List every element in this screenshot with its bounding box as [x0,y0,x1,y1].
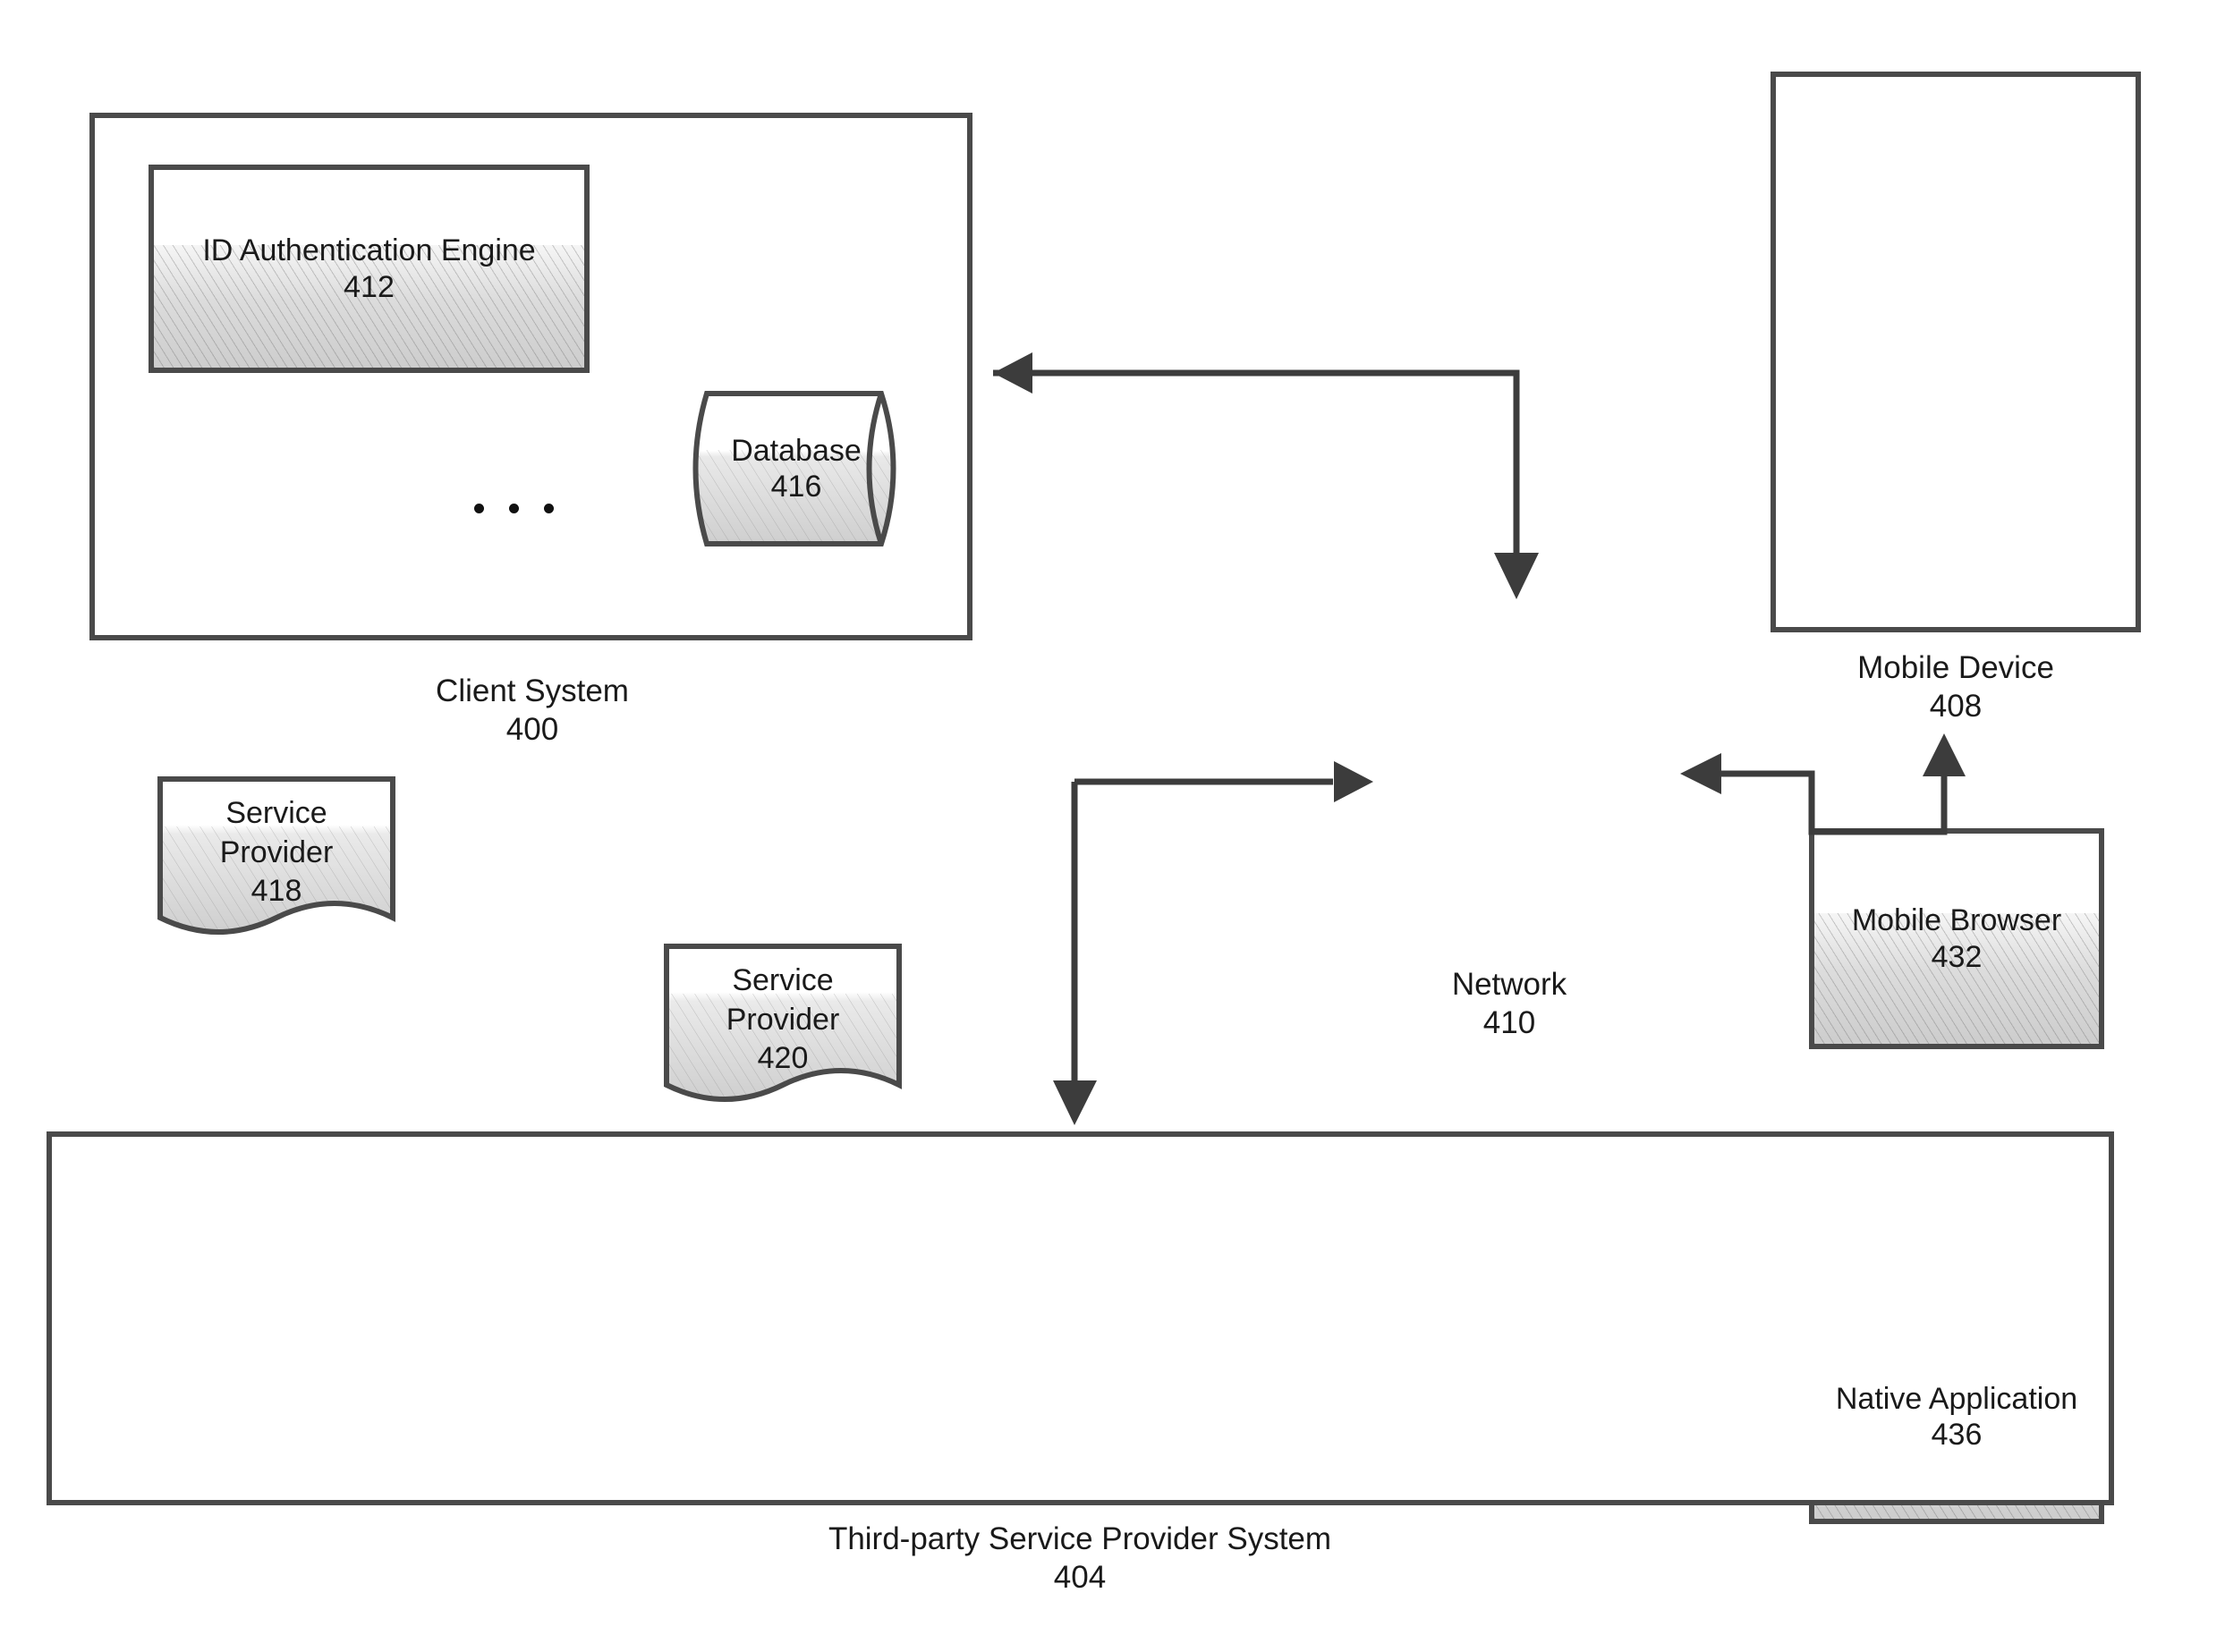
component-database-416[interactable]: Database 416 [680,389,913,548]
arrowhead-left [1680,753,1721,794]
ellipsis-dot [509,504,519,513]
third-party-system-container [47,1131,2114,1505]
ellipsis-dot [544,504,554,513]
mobile-device-caption: Mobile Device 408 [1771,649,2141,725]
arrowhead-down [1494,553,1539,599]
component-number: 418 [251,874,302,909]
caption-title: Network [1451,967,1567,1002]
component-text: Service Provider 418 [156,794,397,911]
component-label: ID Authentication Engine [202,233,536,268]
component-mobile-browser[interactable]: Mobile Browser 432 [1809,828,2104,1049]
component-id-authentication-engine[interactable]: ID Authentication Engine 412 [149,165,590,373]
arrowhead-left [993,352,1032,394]
caption-number: 400 [505,711,559,747]
caption-title: Client System [436,674,629,708]
component-service-provider-420[interactable]: Service Provider 420 [662,942,904,1112]
component-number: 420 [757,1041,809,1076]
figure-canvas: ID Authentication Engine 412 Database 41… [0,0,2225,1652]
component-label: Database [731,433,862,468]
connector-client-network [957,340,1548,608]
ellipsis-dot [474,504,484,513]
service-provider-ellipsis [474,504,554,513]
caption-number: 410 [1482,1004,1536,1040]
caption-number: 404 [1053,1559,1107,1595]
connector-path [1053,761,1373,1125]
component-label-line2: Provider [219,834,334,869]
caption-title: Third-party Service Provider System [828,1521,1332,1556]
third-party-system-caption: Third-party Service Provider System 404 [637,1521,1523,1597]
component-label: Mobile Browser [1851,903,2062,938]
arrowhead-down [1053,1080,1097,1125]
mobile-device-container [1771,72,2141,632]
component-label: Native Application [1835,1381,2078,1416]
component-service-provider-418[interactable]: Service Provider 418 [156,775,397,945]
component-label-line1: Service [732,963,834,997]
component-label-line2: Provider [726,1002,840,1037]
component-number: 412 [344,269,395,304]
component-number: 436 [1931,1418,1983,1452]
caption-title: Mobile Device [1857,650,2054,685]
caption-number: 408 [1929,688,1983,724]
component-label-line1: Service [225,796,327,830]
connector-thirdparty-network [1029,742,1387,1127]
client-system-caption: Client System 400 [322,673,743,749]
arrowhead-right [1334,761,1373,802]
arrowhead-up [1923,733,1966,776]
network-caption: Network 410 [1353,966,1666,1042]
component-text: Database 416 [680,433,913,504]
component-number: 416 [770,470,822,504]
connector-path [993,352,1539,599]
component-number: 432 [1931,939,1983,974]
component-text: Service Provider 420 [662,962,904,1079]
